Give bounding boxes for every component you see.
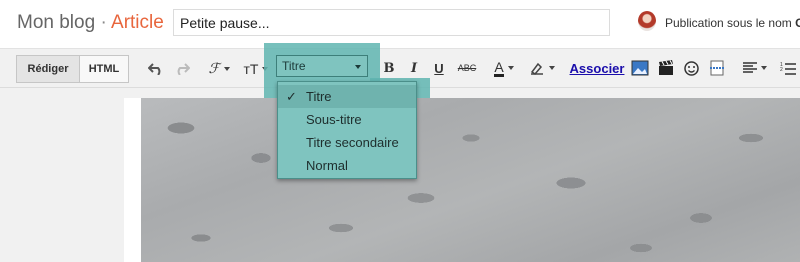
chevron-down-icon: [507, 66, 514, 70]
alignment-button[interactable]: [739, 58, 771, 78]
section-label: Article: [111, 12, 164, 33]
compose-mode-button[interactable]: Rédiger: [16, 55, 79, 83]
format-option-normal[interactable]: Normal: [278, 154, 416, 177]
insert-image-button[interactable]: [630, 58, 650, 78]
bold-button[interactable]: B: [381, 58, 397, 78]
clapperboard-icon: [659, 60, 673, 75]
insert-emoji-button[interactable]: [681, 58, 701, 78]
insert-video-button[interactable]: [656, 58, 676, 78]
page-break-icon: [710, 60, 724, 76]
italic-button[interactable]: I: [406, 58, 422, 78]
marker-icon: [530, 62, 543, 75]
underline-button[interactable]: U: [431, 58, 447, 78]
numbered-list-icon: 12: [780, 62, 796, 75]
format-option-label: Normal: [306, 158, 348, 173]
top-bar: Mon blog · Article Publication sous le n…: [0, 0, 800, 48]
undo-icon: [148, 63, 161, 75]
post-title-input[interactable]: [173, 9, 610, 36]
redo-icon: [177, 63, 190, 75]
author-name[interactable]: C: [795, 16, 800, 30]
align-left-icon: [743, 62, 757, 73]
format-option-label: Titre secondaire: [306, 135, 399, 150]
chevron-down-icon: [355, 65, 361, 69]
font-size-icon: тT: [243, 61, 259, 77]
publication-author: Publication sous le nom C: [665, 16, 800, 30]
format-option-label: Titre: [306, 89, 332, 104]
avatar[interactable]: [638, 11, 656, 31]
svg-text:2: 2: [780, 67, 783, 73]
highlight-color-button[interactable]: [526, 58, 558, 78]
insert-jump-break-button[interactable]: [707, 58, 727, 78]
undo-button[interactable]: [146, 59, 166, 79]
link-button[interactable]: Associer: [570, 58, 625, 78]
publication-label: Publication sous le nom: [665, 16, 796, 30]
text-color-button[interactable]: A: [489, 58, 519, 78]
format-select-value: Titre: [282, 59, 306, 73]
image-icon: [631, 60, 649, 76]
redo-button[interactable]: [172, 59, 192, 79]
blog-title: Mon blog · Article: [17, 12, 164, 34]
numbered-list-button[interactable]: 12: [779, 58, 797, 78]
chevron-down-icon: [223, 67, 230, 71]
format-select[interactable]: Titre: [276, 55, 368, 77]
font-family-button[interactable]: ℱ: [202, 59, 236, 79]
text-color-icon: A: [494, 58, 504, 77]
format-option-titre[interactable]: ✓ Titre: [278, 85, 416, 108]
title-separator: ·: [100, 12, 107, 33]
blog-name[interactable]: Mon blog: [17, 12, 95, 33]
chevron-down-icon: [549, 66, 555, 70]
chevron-down-icon: [761, 66, 767, 70]
format-option-titre-secondaire[interactable]: Titre secondaire: [278, 131, 416, 154]
format-menu: ✓ Titre Sous-titre Titre secondaire Norm…: [277, 81, 417, 179]
format-option-sous-titre[interactable]: Sous-titre: [278, 108, 416, 131]
smiley-icon: [683, 60, 699, 76]
post-image-sand-footprints[interactable]: [141, 98, 800, 262]
font-icon: ℱ: [208, 61, 220, 77]
format-option-label: Sous-titre: [306, 112, 362, 127]
html-mode-button[interactable]: HTML: [79, 55, 129, 83]
checkmark-icon: ✓: [286, 89, 297, 104]
strikethrough-button[interactable]: ABC: [456, 58, 478, 78]
